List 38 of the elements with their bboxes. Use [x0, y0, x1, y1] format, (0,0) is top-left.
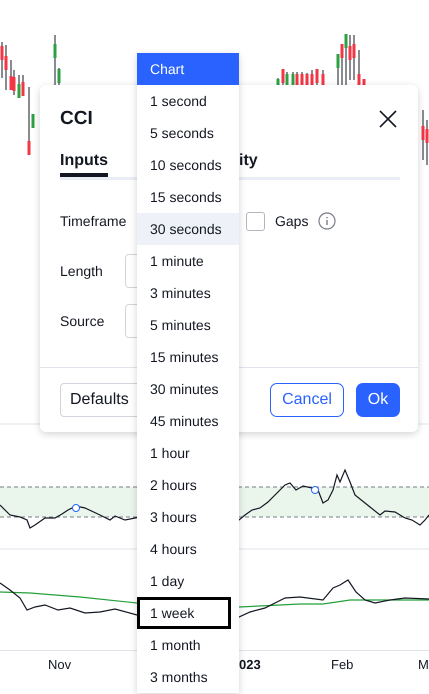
menu-item[interactable]: 1 minute: [137, 245, 239, 277]
menu-item[interactable]: 1 month: [137, 629, 239, 661]
menu-item[interactable]: 15 minutes: [137, 341, 239, 373]
close-icon[interactable]: [378, 109, 398, 129]
menu-item[interactable]: Chart: [137, 53, 239, 85]
menu-item[interactable]: 2 hours: [137, 469, 239, 501]
menu-item[interactable]: 5 minutes: [137, 309, 239, 341]
menu-item[interactable]: 45 minutes: [137, 405, 239, 437]
field-label: Length: [60, 263, 104, 279]
axis-label: Feb: [331, 657, 354, 672]
menu-item[interactable]: 3 minutes: [137, 277, 239, 309]
field-label: Timeframe: [60, 213, 125, 229]
dialog-title: CCI: [60, 108, 93, 130]
ok-button[interactable]: Ok: [356, 383, 400, 417]
menu-item[interactable]: 3 months: [137, 661, 239, 693]
menu-item[interactable]: 3 hours: [137, 501, 239, 533]
field-label: Source: [60, 313, 106, 329]
checkbox-label: Gaps: [275, 213, 308, 229]
info-icon[interactable]: [318, 212, 336, 230]
menu-item[interactable]: 1 day: [137, 565, 239, 597]
menu-item[interactable]: 4 hours: [137, 533, 239, 565]
tab[interactable]: Inputs: [60, 151, 108, 177]
marker-icon: [72, 504, 80, 512]
menu-item[interactable]: 15 seconds: [137, 181, 239, 213]
cancel-button[interactable]: Cancel: [270, 383, 344, 417]
axis-label: M: [418, 657, 429, 672]
marker-icon: [311, 486, 319, 494]
menu-item[interactable]: 1 second: [137, 85, 239, 117]
menu-item[interactable]: 1 hour: [137, 437, 239, 469]
menu-item[interactable]: 5 seconds: [137, 117, 239, 149]
menu-item[interactable]: 10 seconds: [137, 149, 239, 181]
tab[interactable]: ity: [239, 151, 258, 177]
axis-label: Nov: [48, 657, 72, 672]
axis-label: 023: [239, 657, 261, 672]
menu-item[interactable]: 30 minutes: [137, 373, 239, 405]
checkbox[interactable]: [246, 212, 265, 230]
menu-item[interactable]: 1 week: [137, 597, 231, 629]
menu-item[interactable]: 30 seconds: [137, 213, 239, 245]
